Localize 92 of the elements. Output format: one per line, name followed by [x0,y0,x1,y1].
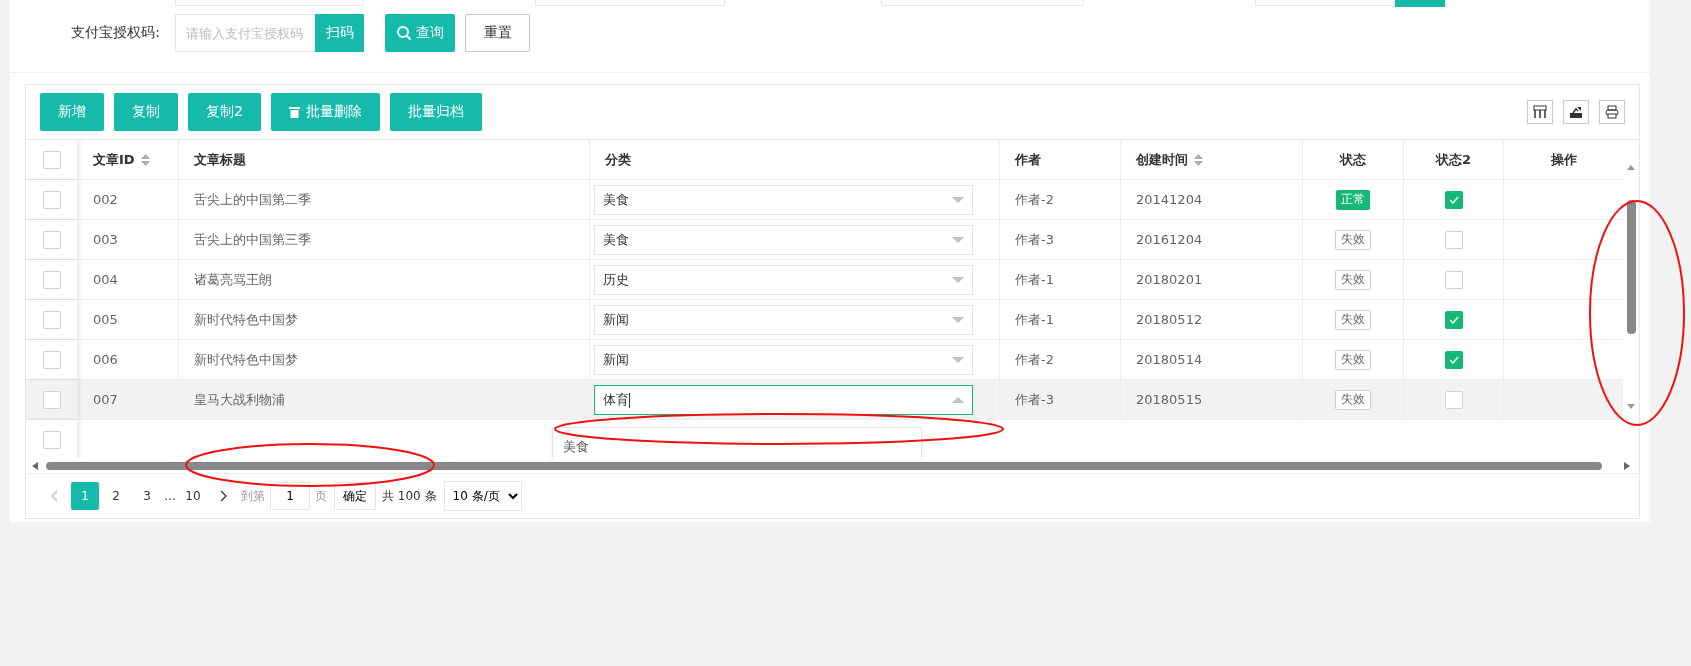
columns-icon [1533,105,1547,119]
checkbox[interactable] [42,430,61,449]
status-tag: 失效 [1335,349,1371,370]
table-cell: 20180201 [1136,272,1203,287]
checkbox[interactable] [42,390,61,409]
table-cell: 作者-1 [1015,270,1054,289]
page-link[interactable]: 3 [133,482,161,510]
total-count: 共 100 条 [382,487,437,505]
column-header: 文章ID [93,150,135,169]
check-icon [1448,195,1459,204]
table-cell: 20180515 [1136,392,1203,407]
column-header: 文章标题 [194,150,246,169]
checkbox[interactable] [42,150,61,169]
checkbox[interactable] [1444,230,1463,249]
table-cell: 新时代特色中国梦 [194,310,298,329]
table-cell: 新时代特色中国梦 [194,350,298,369]
column-header: 操作 [1550,150,1577,169]
table-cell: 作者-3 [1015,390,1054,409]
page-size-select[interactable]: 10 条/页 [443,481,522,511]
status-tag: 失效 [1335,309,1371,330]
page-link[interactable]: 10 [179,482,207,510]
category-select[interactable]: 美食 [594,224,973,255]
table-cell: 003 [93,232,118,247]
trash-icon [288,106,300,118]
sort-icon [1194,153,1203,166]
table-cell: 20141204 [1136,192,1203,207]
category-select[interactable]: 历史 [594,264,973,295]
toolbar-tool[interactable] [1527,100,1553,124]
checkbox[interactable] [1444,350,1463,369]
table-cell: 舌尖上的中国第二季 [194,190,311,209]
column-header: 作者 [1015,150,1041,169]
checkbox[interactable] [1444,310,1463,329]
checkbox[interactable] [42,190,61,209]
category-select[interactable]: 体育 [594,384,973,415]
field-label: 支付宝授权码: [70,24,160,42]
checkbox[interactable] [42,310,61,329]
checkbox[interactable] [1444,390,1463,409]
checkbox[interactable] [1444,190,1463,209]
checkbox[interactable] [1444,270,1463,289]
page-link[interactable]: 2 [102,482,130,510]
chevron-right-icon [220,490,228,502]
checkbox[interactable] [42,270,61,289]
reset-button[interactable]: 重置 [465,14,530,52]
table-cell: 007 [93,392,118,407]
sort-icon [140,153,150,166]
goto-label: 到第 [241,487,265,505]
caret-icon [952,316,964,323]
toolbar-tool[interactable] [1599,100,1625,124]
check-icon [1448,355,1459,364]
toolbar-tool[interactable] [1563,100,1589,124]
table-cell: 005 [93,312,118,327]
table-cell: 作者-2 [1015,190,1054,209]
category-select[interactable]: 美食 [594,184,973,215]
export-icon [1569,105,1583,119]
table-cell: 004 [93,272,118,287]
printer-icon [1605,105,1619,119]
goto-label: 页 [315,487,327,505]
status-tag: 失效 [1335,269,1371,290]
caret-icon [952,356,964,363]
table-cell: 作者-2 [1015,350,1054,369]
page-field[interactable]: 1 [270,482,310,510]
table-cell: 002 [93,192,118,207]
table-cell: 006 [93,352,118,367]
table-cell: 舌尖上的中国第三季 [194,230,311,249]
table-cell: 作者-3 [1015,230,1054,249]
table-cell: 20161204 [1136,232,1203,247]
status-tag: 失效 [1335,229,1371,250]
caret-icon [952,236,964,243]
confirm-button[interactable]: 确定 [334,482,376,510]
auth-code-field[interactable]: 请输入支付宝授权码 [175,14,315,52]
column-header: 分类 [605,150,631,169]
check-icon [1448,315,1459,324]
category-select[interactable]: 新闻 [594,304,973,335]
table-cell: 作者-1 [1015,310,1054,329]
search-icon [396,25,412,41]
category-select[interactable]: 新闻 [594,344,973,375]
status-tag: 正常 [1336,189,1370,210]
caret-icon [952,196,964,203]
caret-icon [952,276,964,283]
table-cell: 诸葛亮骂王朗 [194,270,272,289]
column-header: 状态 [1340,150,1366,169]
table-cell: 皇马大战利物浦 [194,390,285,409]
chevron-left-icon [50,490,58,502]
checkbox[interactable] [42,350,61,369]
table-cell: 20180514 [1136,352,1203,367]
checkbox[interactable] [42,230,61,249]
caret-icon [952,396,964,403]
table-cell: 20180512 [1136,312,1203,327]
column-header: 状态2 [1435,150,1471,169]
ellipsis: … [164,489,176,503]
status-tag: 失效 [1335,389,1371,410]
column-header: 创建时间 [1136,150,1188,169]
